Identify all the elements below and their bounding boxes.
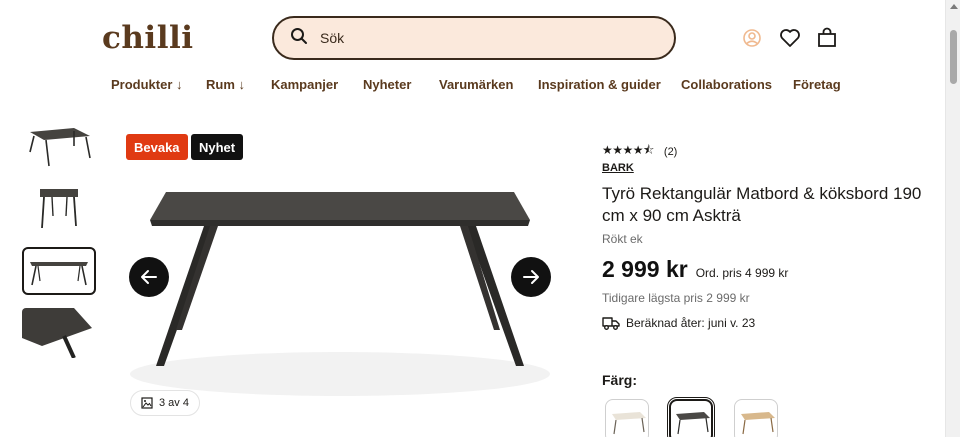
bag-icon[interactable] — [816, 27, 838, 49]
image-icon — [141, 397, 153, 409]
nav-varumarken[interactable]: Varumärken — [439, 77, 513, 92]
color-label: Färg: — [602, 372, 637, 388]
swatch-natural-oak[interactable] — [734, 399, 778, 437]
page-scrollbar[interactable] — [945, 0, 960, 437]
nav-produkter[interactable]: Produkter ↓ — [111, 77, 183, 92]
nav-rum[interactable]: Rum ↓ — [206, 77, 245, 92]
image-counter[interactable]: 3 av 4 — [130, 390, 200, 416]
thumbnail-2[interactable] — [22, 184, 96, 234]
product-title: Tyrö Rektangulär Matbord & köksbord 190 … — [602, 184, 922, 225]
arrow-left-icon — [141, 270, 157, 284]
nav-nyheter[interactable]: Nyheter — [363, 77, 411, 92]
delivery-info: Beräknad åter: juni v. 23 — [602, 315, 755, 331]
delivery-text: Beräknad åter: juni v. 23 — [626, 316, 756, 330]
rating[interactable]: ★★★★⯪ (2) — [602, 141, 677, 162]
nav-kampanjer[interactable]: Kampanjer — [271, 77, 338, 92]
swatch-white-oak[interactable] — [605, 399, 649, 437]
nav-collaborations[interactable]: Collaborations — [681, 77, 772, 92]
swatch-smoked-oak[interactable] — [667, 397, 715, 437]
truck-icon — [602, 317, 620, 330]
next-image-button[interactable] — [511, 257, 551, 297]
image-counter-text: 3 av 4 — [159, 397, 189, 409]
lowest-price: Tidigare lägsta pris 2 999 kr — [602, 291, 750, 305]
previous-image-button[interactable] — [129, 257, 169, 297]
nav-foretag[interactable]: Företag — [793, 77, 841, 92]
badge-nyhet: Nyhet — [191, 134, 244, 160]
scroll-up-icon[interactable] — [950, 4, 958, 9]
arrow-right-icon — [523, 270, 539, 284]
ordinary-price: Ord. pris 4 999 kr — [695, 266, 789, 280]
price-block: 2 999 kr Ord. pris 4 999 kr — [602, 256, 788, 283]
thumbnail-1[interactable] — [22, 122, 96, 172]
heart-icon[interactable] — [779, 27, 801, 49]
main-navigation: Produkter ↓ Rum ↓ Kampanjer Nyheter Varu… — [0, 77, 945, 93]
rating-count: (2) — [663, 145, 678, 158]
thumbnail-3[interactable] — [22, 247, 96, 295]
search-input[interactable] — [320, 30, 640, 46]
search-icon — [290, 27, 308, 50]
scrollbar-thumb[interactable] — [950, 30, 957, 84]
chilli-logo[interactable]: chilli — [102, 20, 194, 56]
nav-inspiration[interactable]: Inspiration & guider — [538, 77, 661, 92]
star-rating-icon: ★★★★⯪ — [602, 143, 654, 157]
badge-bevaka[interactable]: Bevaka — [126, 134, 188, 160]
product-variant: Rökt ek — [602, 232, 643, 246]
search-bar[interactable] — [272, 16, 676, 60]
brand-link[interactable]: BARK — [602, 162, 634, 174]
account-icon[interactable] — [741, 27, 763, 49]
current-price: 2 999 kr — [602, 256, 688, 282]
thumbnail-4[interactable] — [22, 308, 96, 358]
